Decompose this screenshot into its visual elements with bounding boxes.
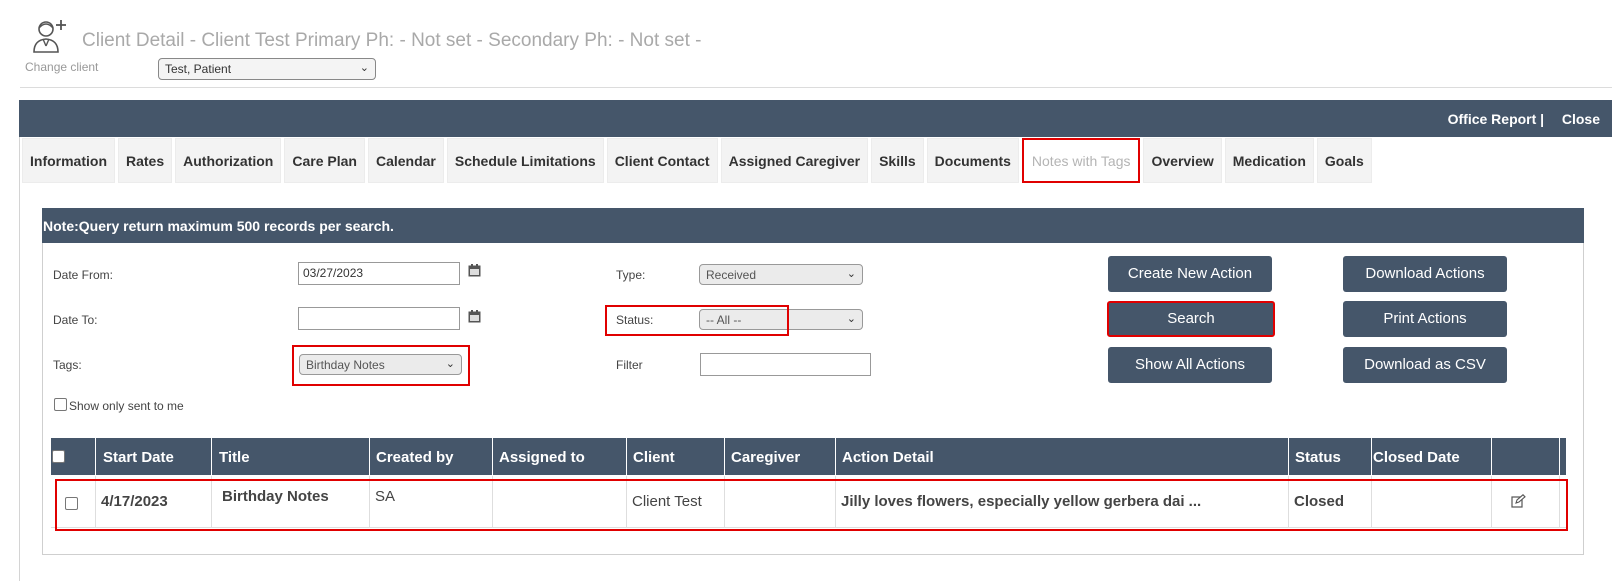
tab-assigned-caregiver[interactable]: Assigned Caregiver	[720, 138, 869, 183]
tab-goals[interactable]: Goals	[1316, 138, 1372, 183]
office-report-link[interactable]: Office Report |	[1448, 111, 1544, 127]
filter-label: Filter	[616, 358, 643, 372]
create-new-action-button[interactable]: Create New Action	[1108, 256, 1272, 292]
show-only-sent-label: Show only sent to me	[69, 399, 184, 413]
query-note: Note:Query return maximum 500 records pe…	[42, 208, 1584, 243]
tab-schedule-limitations[interactable]: Schedule Limitations	[446, 138, 604, 183]
column-divider	[724, 438, 725, 475]
change-client-value: Test, Patient	[165, 62, 232, 76]
col-status[interactable]: Status	[1295, 438, 1341, 475]
print-actions-button[interactable]: Print Actions	[1343, 301, 1507, 337]
show-only-sent-checkbox[interactable]	[54, 398, 67, 411]
page-title: Client Detail - Client Test Primary Ph: …	[82, 30, 702, 51]
column-divider	[1371, 438, 1372, 475]
col-action-detail[interactable]: Action Detail	[842, 438, 934, 475]
client-add-icon	[33, 20, 66, 53]
search-button[interactable]: Search	[1107, 301, 1275, 337]
tab-bar: Information Rates Authorization Care Pla…	[22, 138, 1372, 185]
tab-notes-with-tags[interactable]: Notes with Tags	[1021, 138, 1141, 183]
calendar-icon[interactable]	[468, 264, 481, 277]
filter-input[interactable]	[700, 353, 871, 376]
close-link[interactable]: Close	[1562, 111, 1600, 127]
calendar-icon[interactable]	[468, 310, 481, 323]
tab-information[interactable]: Information	[22, 138, 115, 183]
status-highlight	[605, 305, 789, 336]
download-csv-button[interactable]: Download as CSV	[1343, 347, 1507, 383]
chevron-down-icon: ⌄	[359, 62, 369, 74]
tab-documents[interactable]: Documents	[926, 138, 1019, 183]
top-links: Office Report | Close	[1448, 111, 1600, 127]
column-divider	[211, 438, 212, 475]
column-divider	[1288, 438, 1289, 475]
chevron-down-icon: ⌄	[846, 313, 856, 325]
tags-select[interactable]: Birthday Notes ⌄	[299, 354, 462, 375]
col-title[interactable]: Title	[219, 438, 250, 475]
date-to-label: Date To:	[53, 313, 98, 327]
column-divider	[492, 438, 493, 475]
page-header: Client Detail - Client Test Primary Ph: …	[0, 0, 1612, 88]
column-divider	[626, 438, 627, 475]
tab-medication[interactable]: Medication	[1224, 138, 1314, 183]
col-assigned-to[interactable]: Assigned to	[499, 438, 585, 475]
col-created-by[interactable]: Created by	[376, 438, 454, 475]
type-select[interactable]: Received ⌄	[699, 264, 863, 285]
column-divider	[1491, 438, 1492, 475]
col-client[interactable]: Client	[633, 438, 675, 475]
column-divider	[835, 438, 836, 475]
change-client-select[interactable]: Test, Patient ⌄	[158, 58, 376, 80]
row-highlight	[55, 479, 1568, 531]
tab-overview[interactable]: Overview	[1143, 138, 1222, 183]
column-divider	[1559, 438, 1560, 475]
tab-calendar[interactable]: Calendar	[367, 138, 444, 183]
show-all-actions-button[interactable]: Show All Actions	[1108, 347, 1272, 383]
header-divider	[20, 87, 1612, 88]
col-caregiver[interactable]: Caregiver	[731, 438, 800, 475]
type-label: Type:	[616, 268, 646, 282]
select-all-checkbox[interactable]	[52, 450, 65, 463]
date-from-input[interactable]: 03/27/2023	[298, 262, 460, 285]
tab-skills[interactable]: Skills	[871, 138, 924, 183]
download-actions-button[interactable]: Download Actions	[1343, 256, 1507, 292]
tags-label: Tags:	[53, 358, 82, 372]
tags-select-value: Birthday Notes	[306, 358, 385, 372]
col-start-date[interactable]: Start Date	[103, 438, 174, 475]
type-select-value: Received	[706, 268, 757, 282]
column-divider	[95, 438, 96, 475]
actions-table-header: Start Date Title Created by Assigned to …	[51, 438, 1566, 475]
chevron-down-icon: ⌄	[445, 358, 455, 370]
tab-client-contact[interactable]: Client Contact	[606, 138, 718, 183]
date-to-input[interactable]	[298, 307, 460, 330]
tab-authorization[interactable]: Authorization	[175, 138, 282, 183]
col-closed-date[interactable]: Closed Date	[1373, 438, 1460, 475]
tab-care-plan[interactable]: Care Plan	[284, 138, 365, 183]
chevron-down-icon: ⌄	[846, 268, 856, 280]
change-client-label: Change client	[25, 60, 99, 74]
column-divider	[369, 438, 370, 475]
date-from-label: Date From:	[53, 268, 114, 282]
top-bar: Office Report | Close	[19, 100, 1612, 137]
tab-rates[interactable]: Rates	[118, 138, 173, 183]
